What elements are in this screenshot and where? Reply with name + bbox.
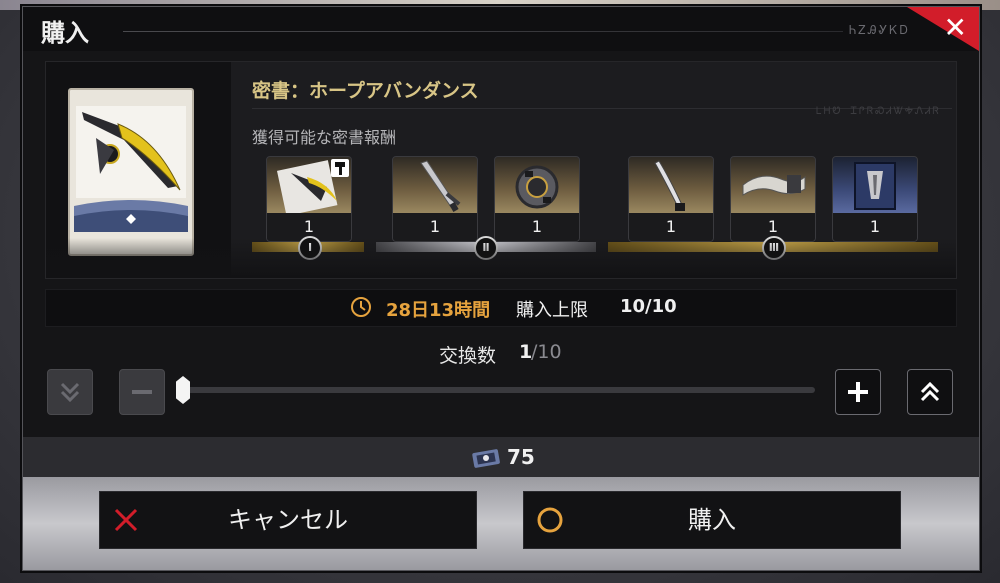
tier-3-badge: Ⅲ	[762, 236, 786, 260]
action-footer: キャンセル 購入	[23, 477, 979, 570]
purchase-limit-value: 10/10	[620, 296, 677, 317]
double-chevron-up-icon	[920, 381, 940, 402]
clock-icon	[351, 297, 371, 317]
increase-quantity-button[interactable]	[835, 369, 881, 415]
exchange-count-label: 交換数	[439, 345, 497, 367]
reward-quantity: 1	[629, 213, 713, 241]
purchase-info-bar: 28日13時間 購入上限 10/10	[45, 289, 957, 327]
close-icon: ✕	[943, 11, 967, 44]
plus-icon	[848, 382, 868, 402]
quantity-slider[interactable]	[176, 376, 815, 404]
cost-bar: 75	[23, 437, 979, 477]
min-quantity-button[interactable]	[47, 369, 93, 415]
reward-quantity: 1	[393, 213, 477, 241]
reward-quantity: 1	[833, 213, 917, 241]
minus-icon	[132, 390, 152, 394]
buy-button-label: 購入	[688, 506, 736, 534]
sword-icon	[393, 157, 477, 213]
blue-book-icon	[833, 157, 917, 213]
blade-icon	[629, 157, 713, 213]
scroll-icon	[731, 157, 815, 213]
purchase-dialog: 購入 ᏂᏃᎯᎽᏦᎠ ✕ 密書：ホープアバンダンス ᏞᎻᏬ ᏆᎵᏒᏍᏗᏔᎭᏁᏗᏒ …	[22, 6, 980, 571]
hammer-icon	[331, 159, 349, 177]
purchase-limit-label: 購入上限	[516, 300, 588, 321]
exchange-count-max: /10	[531, 341, 562, 363]
ticket-currency-icon	[472, 449, 500, 468]
cancel-button-label: キャンセル	[228, 506, 348, 534]
max-quantity-button[interactable]	[907, 369, 953, 415]
rewards-section-label: 獲得可能な密書報酬	[252, 128, 397, 147]
decrease-quantity-button[interactable]	[119, 369, 165, 415]
reward-slot[interactable]: 1	[832, 156, 918, 242]
double-chevron-down-icon	[60, 382, 80, 403]
tier-2-badge: Ⅱ	[474, 236, 498, 260]
reward-slot[interactable]: 1	[628, 156, 714, 242]
reward-quantity: 1	[495, 213, 579, 241]
cost-value: 75	[507, 445, 535, 469]
title-decoration: ᏂᏃᎯᎽᏦᎠ	[849, 23, 910, 37]
dialog-title: 購入	[41, 19, 89, 47]
tier-3-band	[608, 242, 938, 252]
panel-decoration: ᏞᎻᏬ ᏆᎵᏒᏍᏗᏔᎭᏁᏗᏒ	[816, 106, 941, 117]
tier-1-badge: Ⅰ	[298, 236, 322, 260]
reward-slot[interactable]: 1	[266, 156, 352, 242]
title-divider	[123, 31, 843, 32]
dialog-titlebar: 購入 ᏂᏃᎯᎽᏦᎠ ✕	[23, 7, 979, 51]
cancel-button[interactable]: キャンセル	[99, 491, 477, 549]
close-button[interactable]: ✕	[923, 7, 979, 51]
item-name: 密書：ホープアバンダンス	[252, 80, 479, 102]
item-detail-panel: 密書：ホープアバンダンス ᏞᎻᏬ ᏆᎵᏒᏍᏗᏔᎭᏁᏗᏒ 獲得可能な密書報酬 1	[45, 61, 957, 279]
scythe-scroll-icon	[74, 106, 188, 232]
reward-slot[interactable]: 1	[494, 156, 580, 242]
item-card-frame	[46, 62, 231, 276]
reward-slot[interactable]: 1	[730, 156, 816, 242]
tier-1-band	[252, 242, 364, 252]
item-card[interactable]	[68, 88, 194, 256]
orb-core-icon	[495, 157, 579, 213]
buy-button[interactable]: 購入	[523, 491, 901, 549]
reward-slot[interactable]: 1	[392, 156, 478, 242]
time-remaining: 28日13時間	[386, 300, 491, 321]
quantity-slider-thumb[interactable]	[176, 376, 190, 404]
tier-2-band	[376, 242, 596, 252]
